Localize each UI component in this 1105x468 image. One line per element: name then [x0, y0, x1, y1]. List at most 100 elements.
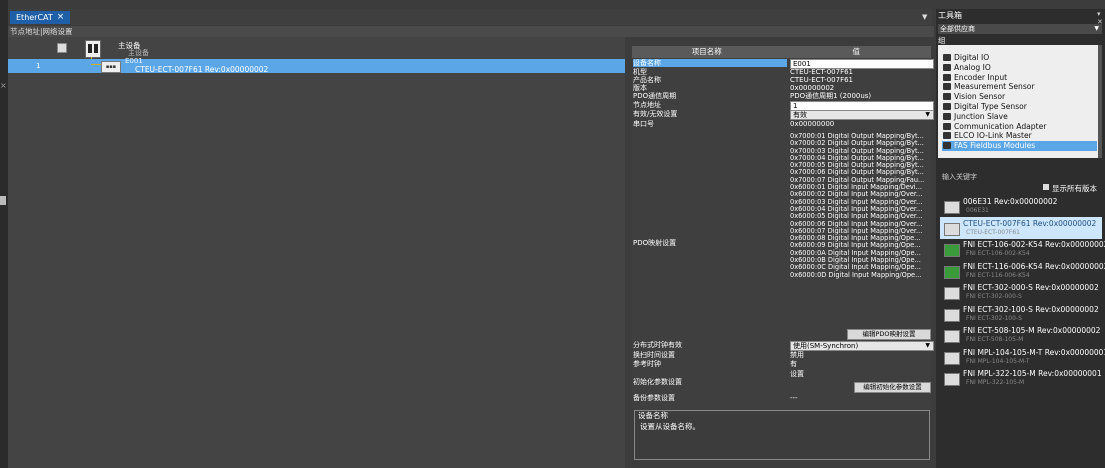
prop-key: 换扫时间设置 [633, 351, 675, 359]
device-name: FNI MPL-104-105-M-T Rev:0x00000001 [963, 347, 1105, 357]
device-subtitle: FNI ECT-106-002-K54 [966, 250, 1030, 257]
left-scroll-handle[interactable] [0, 196, 6, 205]
group-item[interactable]: Encoder Input [942, 73, 1097, 83]
group-item[interactable]: Measurement Sensor [942, 82, 1097, 92]
group-item[interactable]: Digital Type Sensor [942, 102, 1097, 112]
enable-select-value: 有效 [793, 111, 807, 119]
prop-key: PDO通信周期 [633, 92, 677, 100]
group-item[interactable]: FAS Fieldbus Modules [942, 141, 1097, 151]
device-icon [944, 265, 960, 279]
device-item[interactable]: FNI ECT-508-105-M Rev:0x00000002 FNI ECT-… [940, 324, 1102, 346]
device-subtitle: FNI ECT-302-100-S [966, 314, 1022, 322]
description-text: 设置从设备名称。 [640, 422, 700, 431]
dc-select[interactable]: 使用(SM-Synchron) ▼ [790, 341, 934, 351]
device-item[interactable]: FNI ECT-106-002-K54 Rev:0x00000002 FNI EC… [940, 238, 1105, 260]
master-device-icon[interactable] [85, 40, 101, 58]
device-name: 006E31 Rev:0x00000002 [963, 197, 1058, 206]
column-header-name: 项目名称 [691, 47, 722, 56]
device-icon [944, 330, 960, 343]
property-header: 项目名称 值 [632, 46, 931, 58]
prop-value: 有 [790, 360, 797, 368]
device-subtitle: FNI ECT-302-000-S [966, 293, 1022, 300]
prop-value: --- [790, 394, 798, 402]
device-icon [944, 351, 960, 365]
collapse-icon[interactable] [57, 43, 67, 53]
prop-key: 分布式时钟有效 [633, 341, 682, 349]
device-item[interactable]: FNI ECT-302-000-S Rev:0x00000002 FNI ECT-… [940, 281, 1102, 303]
group-item[interactable]: Junction Slave [942, 112, 1097, 122]
group-label-text: Vision Sensor [954, 92, 1006, 102]
device-item[interactable]: CTEU-ECT-007F61 Rev:0x00000002 CTEU-ECT-0… [940, 216, 1102, 239]
keyword-input[interactable]: 输入关键字 [942, 172, 977, 182]
view-mode-label[interactable]: 节点地址|网络设置 [10, 27, 73, 36]
device-name: FNI ECT-508-105-M Rev:0x00000002 [963, 326, 1101, 335]
node-address: 1 [36, 62, 41, 70]
device-subtitle: 006E31 [966, 207, 989, 214]
group-icon [943, 83, 951, 91]
slave-device-icon[interactable]: ▪▪▪ [101, 61, 121, 73]
group-icon [943, 93, 951, 101]
pdo-mapping-list: 0x7000:01 Digital Output Mapping/Byt... 0… [790, 133, 930, 279]
group-scrollbar[interactable] [1098, 45, 1102, 158]
group-label-text: Analog IO [954, 62, 991, 72]
edit-init-params-button[interactable]: 编辑初始化参数设置 [854, 382, 931, 393]
slave-model: CTEU-ECT-007F61 Rev:0x00000002 [135, 65, 269, 74]
group-label-text: Communication Adapter [954, 121, 1047, 131]
device-name: FNI MPL-322-105-M Rev:0x00000001 [963, 369, 1102, 378]
column-header-value: 值 [852, 47, 861, 56]
group-label-text: Measurement Sensor [954, 82, 1035, 92]
group-item[interactable]: ELCO IO-Link Master [942, 131, 1097, 141]
pdo-mapping-key: PDO映射设置 [633, 239, 677, 247]
device-icon [944, 308, 960, 322]
device-icon [944, 287, 960, 300]
vendor-select[interactable]: 全部供应商 ▼ [938, 24, 1102, 34]
group-item[interactable]: Analog IO [942, 63, 1097, 73]
dc-select-value: 使用(SM-Synchron) [793, 342, 859, 350]
group-item[interactable]: Digital IO [942, 53, 1097, 63]
tab-label: EtherCAT [16, 13, 53, 22]
close-icon[interactable]: × [57, 11, 65, 24]
slave-name: E001 [125, 57, 143, 65]
group-icon [943, 112, 951, 120]
network-canvas[interactable] [8, 37, 625, 468]
group-label-text: Junction Slave [954, 111, 1008, 121]
group-label-text: Digital Type Sensor [954, 102, 1027, 111]
prop-key: 节点地址 [633, 101, 661, 109]
edit-pdo-button[interactable]: 编辑PDO映射设置 [847, 329, 931, 340]
description-title: 设备名称 [638, 411, 668, 420]
prop-key: 设备名称 [633, 59, 787, 67]
show-all-checkbox[interactable] [1043, 184, 1049, 190]
device-icon [944, 222, 960, 236]
group-icon [943, 103, 951, 110]
device-subtitle: FNI ECT-508-105-M [966, 336, 1024, 343]
group-icon [943, 54, 951, 61]
prop-key: 备份参数设置 [633, 394, 675, 402]
group-label-text: FAS Fieldbus Modules [954, 141, 1036, 151]
group-item[interactable]: Vision Sensor [942, 92, 1097, 102]
collapse-arrow-icon[interactable]: × [0, 81, 7, 90]
enable-select[interactable]: 有效 ▼ [790, 110, 934, 120]
prop-value[interactable]: PDO通信周期1 (2000us) [790, 92, 930, 100]
device-subtitle: FNI ECT-116-006-K54 [966, 271, 1030, 279]
device-item[interactable]: FNI MPL-322-105-M Rev:0x00000001 FNI MPL-… [940, 367, 1102, 389]
view-mode-bar: 节点地址|网络设置 [8, 26, 934, 37]
group-icon [943, 132, 951, 140]
group-label-text: Digital IO [954, 53, 990, 62]
device-item[interactable]: FNI ECT-302-100-S Rev:0x00000002 FNI ECT-… [940, 303, 1102, 325]
group-icon [943, 142, 951, 150]
device-item[interactable]: FNI ECT-116-006-K54 Rev:0x00000002 FNI EC… [940, 260, 1105, 282]
prop-value: CTEU-ECT-007F61 [790, 68, 853, 76]
prop-value: 0x00000002 [790, 84, 835, 92]
group-label-text: ELCO IO-Link Master [954, 131, 1032, 141]
tab-dropdown-icon[interactable]: ▼ [922, 13, 927, 21]
device-item[interactable]: FNI MPL-104-105-M-T Rev:0x00000001 FNI MP… [940, 346, 1105, 368]
vendor-select-value: 全部供应商 [940, 25, 975, 33]
prop-key: 参考时钟 [633, 360, 661, 368]
tab-ethercat[interactable]: EtherCAT × [10, 11, 71, 24]
tree-line-branch [91, 64, 101, 65]
device-icon [944, 244, 960, 257]
device-item[interactable]: 006E31 Rev:0x00000002 006E31 [940, 195, 1102, 217]
prop-value: CTEU-ECT-007F61 [790, 76, 853, 84]
tab-bar [8, 9, 932, 25]
group-item[interactable]: Communication Adapter [942, 122, 1097, 132]
